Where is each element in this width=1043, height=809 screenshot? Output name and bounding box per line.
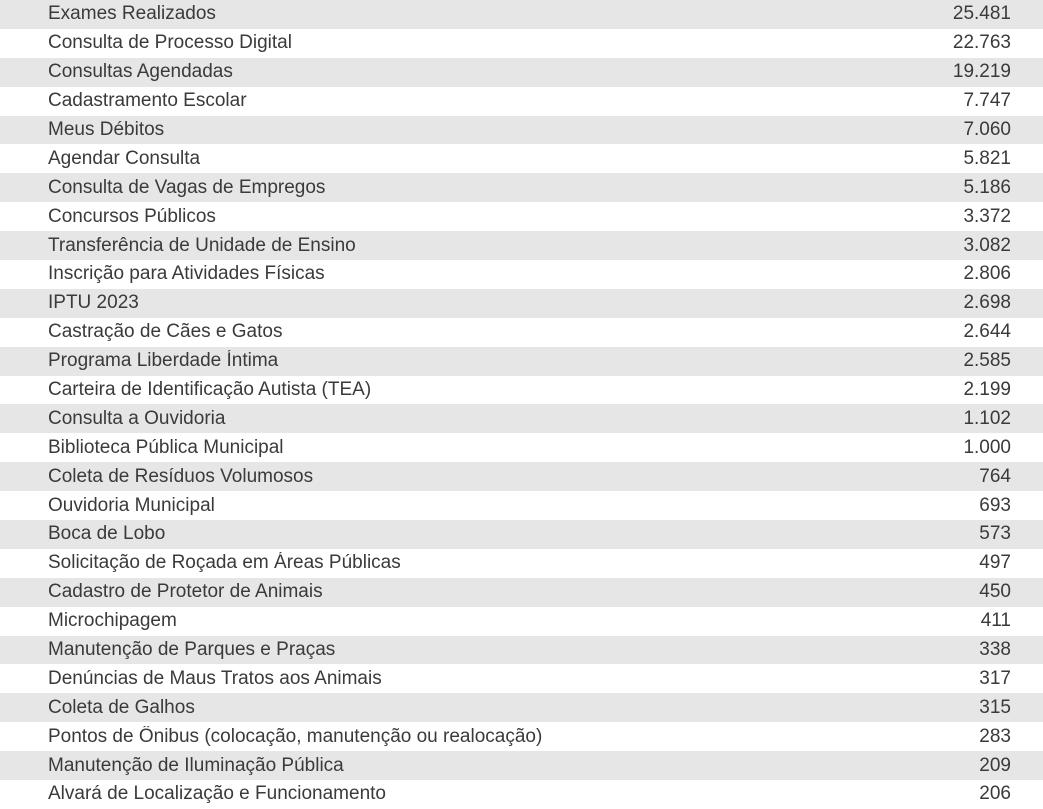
row-value: 764 [931,466,1011,488]
row-label: Coleta de Galhos [48,697,931,719]
row-value: 283 [931,726,1011,748]
row-label: Manutenção de Parques e Praças [48,639,931,661]
table-row: Consulta a Ouvidoria1.102 [0,404,1043,433]
row-value: 25.481 [931,3,1011,25]
row-value: 411 [931,610,1011,632]
row-label: Boca de Lobo [48,523,931,545]
table-row: Consulta de Vagas de Empregos5.186 [0,173,1043,202]
table-row: Pontos de Ônibus (colocação, manutenção … [0,722,1043,751]
row-label: Consulta de Processo Digital [48,32,931,54]
row-value: 7.747 [931,90,1011,112]
row-value: 2.644 [931,321,1011,343]
row-label: Biblioteca Pública Municipal [48,437,931,459]
table-row: Alvará de Localização e Funcionamento206 [0,780,1043,809]
row-label: Programa Liberdade Íntima [48,350,931,372]
row-label: Transferência de Unidade de Ensino [48,235,931,257]
row-value: 3.372 [931,206,1011,228]
row-value: 22.763 [931,32,1011,54]
table-row: Consulta de Processo Digital22.763 [0,29,1043,58]
row-value: 1.000 [931,437,1011,459]
table-row: Coleta de Resíduos Volumosos764 [0,462,1043,491]
row-value: 5.186 [931,177,1011,199]
row-label: Pontos de Ônibus (colocação, manutenção … [48,726,931,748]
row-value: 2.698 [931,292,1011,314]
data-table: Exames Realizados25.481Consulta de Proce… [0,0,1043,809]
row-value: 209 [931,755,1011,777]
row-value: 497 [931,552,1011,574]
row-value: 1.102 [931,408,1011,430]
row-value: 315 [931,697,1011,719]
row-label: Carteira de Identificação Autista (TEA) [48,379,931,401]
table-row: Programa Liberdade Íntima2.585 [0,347,1043,376]
table-row: Denúncias de Maus Tratos aos Animais317 [0,664,1043,693]
row-label: Meus Débitos [48,119,931,141]
row-label: Castração de Cães e Gatos [48,321,931,343]
table-row: Biblioteca Pública Municipal1.000 [0,433,1043,462]
table-row: Agendar Consulta5.821 [0,144,1043,173]
row-value: 19.219 [931,61,1011,83]
row-label: Consulta de Vagas de Empregos [48,177,931,199]
table-row: Consultas Agendadas19.219 [0,58,1043,87]
table-row: Manutenção de Iluminação Pública209 [0,751,1043,780]
row-label: Manutenção de Iluminação Pública [48,755,931,777]
row-label: Agendar Consulta [48,148,931,170]
row-label: Microchipagem [48,610,931,632]
row-label: Consulta a Ouvidoria [48,408,931,430]
table-row: Cadastro de Protetor de Animais450 [0,578,1043,607]
row-label: IPTU 2023 [48,292,931,314]
table-row: Castração de Cães e Gatos2.644 [0,318,1043,347]
table-row: Manutenção de Parques e Praças338 [0,636,1043,665]
table-row: Concursos Públicos3.372 [0,202,1043,231]
table-row: Boca de Lobo573 [0,520,1043,549]
row-label: Exames Realizados [48,3,931,25]
table-row: Coleta de Galhos315 [0,693,1043,722]
table-row: Inscrição para Atividades Físicas2.806 [0,260,1043,289]
row-label: Concursos Públicos [48,206,931,228]
row-value: 338 [931,639,1011,661]
table-row: Exames Realizados25.481 [0,0,1043,29]
row-label: Denúncias de Maus Tratos aos Animais [48,668,931,690]
row-label: Coleta de Resíduos Volumosos [48,466,931,488]
table-row: IPTU 20232.698 [0,289,1043,318]
row-value: 693 [931,495,1011,517]
table-row: Carteira de Identificação Autista (TEA)2… [0,376,1043,405]
row-value: 7.060 [931,119,1011,141]
row-value: 450 [931,581,1011,603]
row-label: Alvará de Localização e Funcionamento [48,783,931,805]
table-row: Meus Débitos7.060 [0,116,1043,145]
row-value: 2.806 [931,263,1011,285]
table-row: Cadastramento Escolar7.747 [0,87,1043,116]
table-row: Microchipagem411 [0,607,1043,636]
row-label: Cadastramento Escolar [48,90,931,112]
row-label: Ouvidoria Municipal [48,495,931,517]
row-label: Solicitação de Roçada em Áreas Públicas [48,552,931,574]
row-value: 206 [931,783,1011,805]
table-row: Solicitação de Roçada em Áreas Públicas4… [0,549,1043,578]
row-label: Cadastro de Protetor de Animais [48,581,931,603]
row-value: 2.199 [931,379,1011,401]
row-label: Inscrição para Atividades Físicas [48,263,931,285]
row-label: Consultas Agendadas [48,61,931,83]
table-row: Ouvidoria Municipal693 [0,491,1043,520]
row-value: 5.821 [931,148,1011,170]
table-row: Transferência de Unidade de Ensino3.082 [0,231,1043,260]
row-value: 573 [931,523,1011,545]
row-value: 317 [931,668,1011,690]
row-value: 2.585 [931,350,1011,372]
row-value: 3.082 [931,235,1011,257]
